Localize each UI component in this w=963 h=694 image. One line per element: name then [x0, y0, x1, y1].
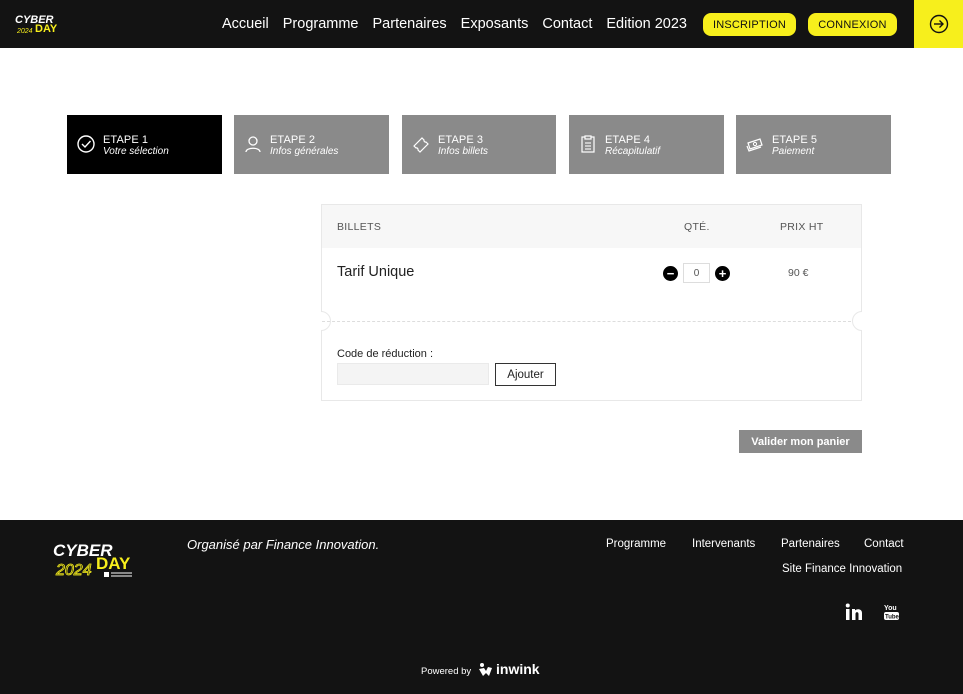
- site-header: CYBER DAY 2024 Accueil Programme Partena…: [0, 0, 963, 48]
- cyberday-footer-logo[interactable]: CYBER DAY 2024: [52, 538, 148, 580]
- ticket-name: Tarif Unique: [337, 264, 415, 280]
- nav-accueil[interactable]: Accueil: [222, 16, 269, 32]
- step-1-sub: Votre sélection: [103, 146, 169, 157]
- powered-by-label: Powered by: [421, 666, 472, 677]
- inscription-button[interactable]: INSCRIPTION: [703, 13, 796, 36]
- header-qty: QTÉ.: [684, 221, 710, 233]
- ticket-table-header: BILLETS QTÉ. PRIX HT: [322, 205, 861, 248]
- check-circle-icon: [77, 135, 95, 153]
- nav-programme[interactable]: Programme: [283, 16, 359, 32]
- step-2-label: ETAPE 2: [270, 134, 316, 146]
- linkedin-icon[interactable]: [844, 602, 864, 622]
- step-3-sub: Infos billets: [438, 146, 489, 157]
- ticket-notch-right: [852, 311, 862, 331]
- step-3[interactable]: ETAPE 3 Infos billets: [402, 115, 556, 174]
- footer-link-programme[interactable]: Programme: [606, 538, 666, 550]
- step-1[interactable]: ETAPE 1 Votre sélection: [67, 115, 222, 174]
- svg-text:DAY: DAY: [96, 554, 131, 573]
- ticket-icon: [413, 137, 429, 153]
- step-4-label: ETAPE 4: [605, 134, 651, 146]
- login-button[interactable]: [914, 0, 963, 48]
- promo-code-input[interactable]: [337, 363, 489, 385]
- header-price: PRIX HT: [780, 221, 824, 233]
- svg-text:Tube: Tube: [885, 615, 900, 621]
- footer-link-site-finance-innovation[interactable]: Site Finance Innovation: [782, 563, 902, 575]
- header-billets: BILLETS: [337, 221, 382, 233]
- step-3-label: ETAPE 3: [438, 134, 484, 146]
- step-5-label: ETAPE 5: [772, 134, 818, 146]
- step-1-label: ETAPE 1: [103, 134, 149, 146]
- qty-minus-button[interactable]: −: [663, 266, 678, 281]
- nav-edition-2023[interactable]: Edition 2023: [606, 16, 687, 32]
- inwink-brand-name: inwink: [496, 661, 540, 677]
- svg-text:DAY: DAY: [35, 23, 58, 35]
- step-2[interactable]: ETAPE 2 Infos générales: [234, 115, 389, 174]
- inwink-logo-icon: [479, 662, 492, 676]
- nav-partenaires[interactable]: Partenaires: [373, 16, 447, 32]
- login-arrow-icon: [929, 14, 948, 34]
- svg-text:2024: 2024: [16, 28, 33, 35]
- footer-link-intervenants[interactable]: Intervenants: [692, 538, 755, 550]
- user-icon: [245, 136, 261, 153]
- youtube-icon[interactable]: You Tube: [882, 602, 902, 622]
- organized-by: Organisé par Finance Innovation.: [187, 537, 380, 552]
- step-4-sub: Récapitulatif: [605, 146, 661, 157]
- ticket-card: BILLETS QTÉ. PRIX HT Tarif Unique − + 90…: [321, 204, 862, 401]
- quantity-input[interactable]: [683, 263, 710, 283]
- inwink-brand[interactable]: inwink: [478, 661, 540, 677]
- ticket-divider: [322, 321, 861, 322]
- svg-text:2024: 2024: [55, 562, 92, 579]
- step-2-sub: Infos générales: [270, 146, 339, 157]
- step-5-sub: Paiement: [772, 146, 815, 157]
- site-footer: CYBER DAY 2024 Organisé par Finance Inno…: [0, 520, 963, 694]
- nav-exposants[interactable]: Exposants: [461, 16, 529, 32]
- cyberday-logo[interactable]: CYBER DAY 2024: [14, 10, 64, 38]
- clipboard-icon: [581, 135, 595, 153]
- footer-link-partenaires[interactable]: Partenaires: [781, 538, 840, 550]
- promo-label: Code de réduction :: [337, 348, 434, 360]
- main-nav: Accueil Programme Partenaires Exposants …: [222, 0, 701, 48]
- footer-link-contact[interactable]: Contact: [864, 538, 904, 550]
- qty-plus-button[interactable]: +: [715, 266, 730, 281]
- step-5[interactable]: ETAPE 5 Paiement: [736, 115, 891, 174]
- add-promo-button[interactable]: Ajouter: [495, 363, 556, 386]
- svg-text:You: You: [884, 605, 897, 612]
- nav-contact[interactable]: Contact: [542, 16, 592, 32]
- cash-icon: [746, 138, 763, 152]
- connexion-button[interactable]: CONNEXION: [808, 13, 897, 36]
- validate-cart-button[interactable]: Valider mon panier: [739, 430, 862, 453]
- step-4[interactable]: ETAPE 4 Récapitulatif: [569, 115, 724, 174]
- ticket-price: 90 €: [788, 267, 809, 279]
